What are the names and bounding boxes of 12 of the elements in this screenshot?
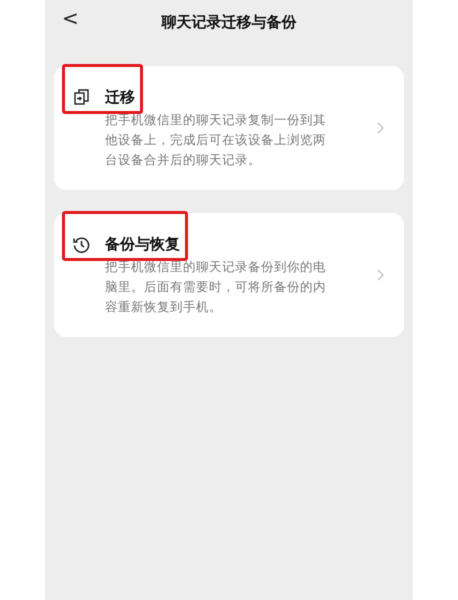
chevron-right-icon	[377, 122, 384, 134]
option-card[interactable]: 迁移 把手机微信里的聊天记录复制一份到其他设备上，完成后可在该设备上浏览两台设备合并后的聊天记录。	[54, 66, 404, 190]
transfer-icon	[74, 89, 89, 105]
chevron-right-icon	[377, 269, 384, 281]
page-title: 聊天记录迁移与备份	[162, 12, 296, 33]
option-title: 备份与恢复	[105, 234, 180, 255]
option-card[interactable]: 备份与恢复 把手机微信里的聊天记录备份到你的电脑里。后面有需要时，可将所备份的内容重新恢复到手机。	[54, 213, 404, 337]
back-button[interactable]: <	[58, 8, 83, 28]
history-icon	[73, 236, 90, 252]
option-description: 把手机微信里的聊天记录复制一份到其他设备上，完成后可在该设备上浏览两台设备合并后的聊天记录。	[105, 111, 327, 170]
option-title: 迁移	[105, 86, 135, 108]
option-description: 把手机微信里的聊天记录备份到你的电脑里。后面有需要时，可将所备份的内容重新恢复到手机。	[105, 258, 327, 316]
